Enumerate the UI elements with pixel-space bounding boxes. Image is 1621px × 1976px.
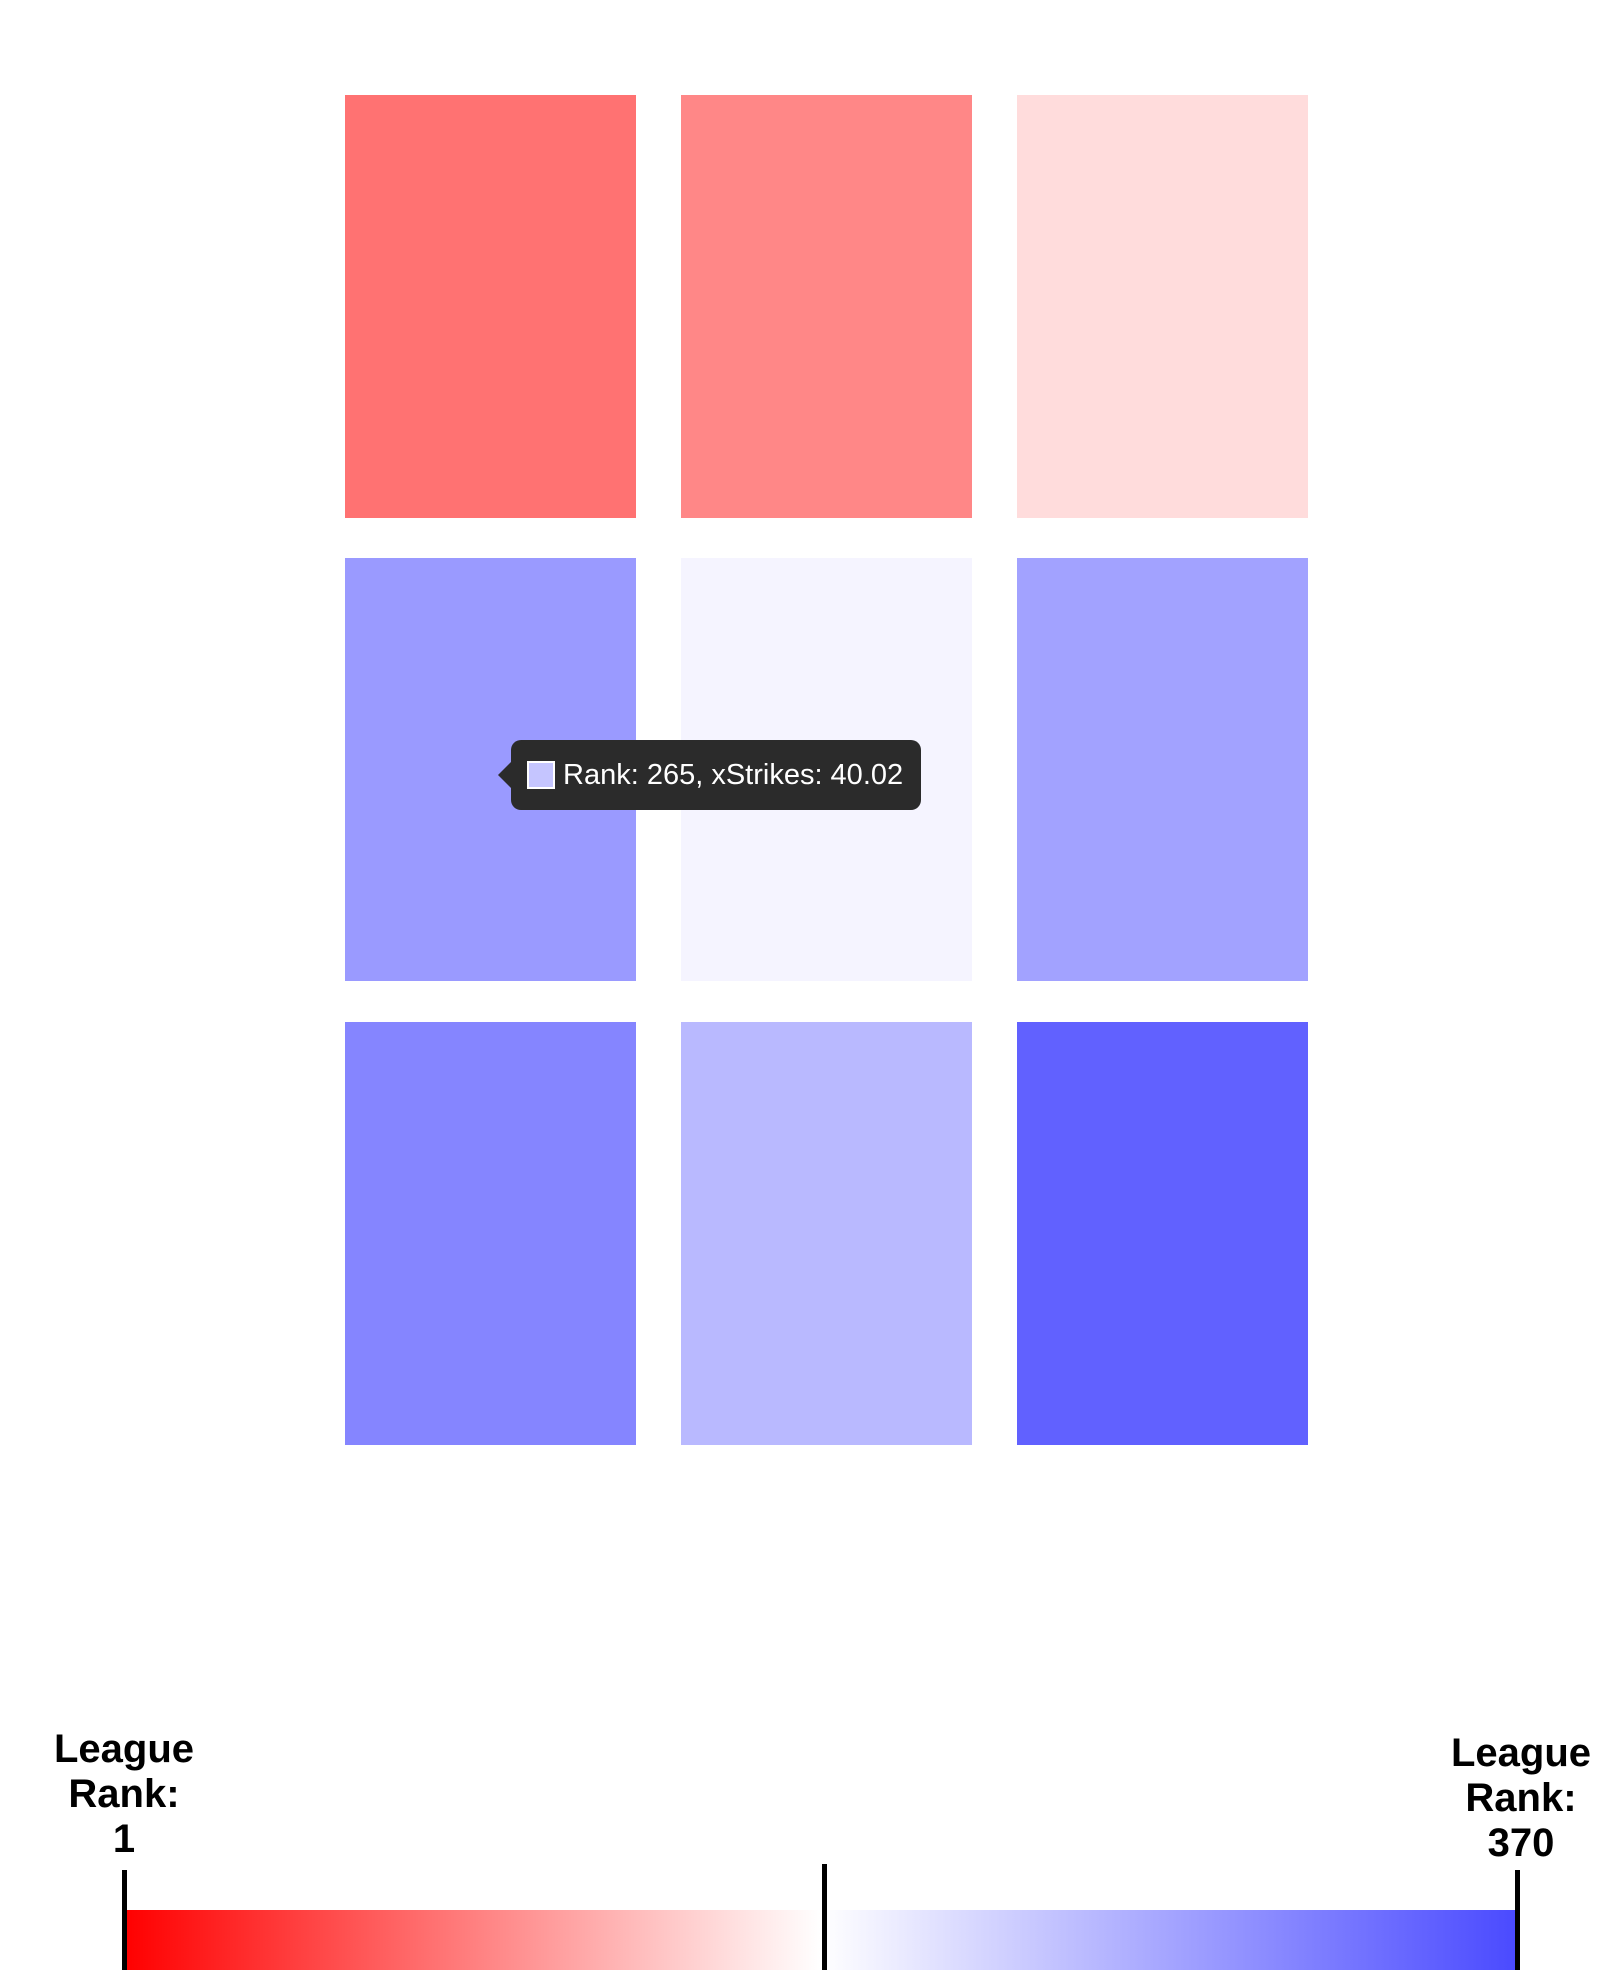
tooltip-text: Rank: 265, xStrikes: 40.02	[563, 758, 904, 791]
legend-min-label-line: League	[53, 1727, 195, 1771]
heatmap-cell-r0-c0[interactable]	[345, 95, 636, 518]
legend-max-label-line: League	[1450, 1731, 1592, 1775]
heatmap-chart	[345, 95, 1308, 1445]
heatmap-cell-r2-c2[interactable]	[1017, 1022, 1308, 1445]
heatmap-cell-r0-c2[interactable]	[1017, 95, 1308, 518]
hover-tooltip: Rank: 265, xStrikes: 40.02	[497, 740, 922, 810]
heatmap-cell-r2-c1[interactable]	[681, 1022, 972, 1445]
legend-max-label-line: 370	[1487, 1821, 1555, 1865]
color-scale-bar	[125, 1910, 1517, 1970]
legend-min-label: League Rank: 1	[34, 1727, 214, 1862]
heatmap-cell-r2-c0[interactable]	[345, 1022, 636, 1445]
legend-min-label-line: 1	[112, 1817, 136, 1861]
legend-max-label-line: Rank:	[1465, 1776, 1577, 1820]
heatmap-cell-r1-c2[interactable]	[1017, 558, 1308, 981]
legend-tick-mid	[822, 1864, 827, 1970]
legend-tick-min	[122, 1870, 127, 1970]
legend-tick-max	[1515, 1870, 1520, 1970]
tooltip-color-swatch	[527, 761, 555, 789]
legend-min-label-line: Rank:	[68, 1772, 180, 1816]
heatmap-cell-r0-c1[interactable]	[681, 95, 972, 518]
legend-max-label: League Rank: 370	[1431, 1731, 1611, 1866]
